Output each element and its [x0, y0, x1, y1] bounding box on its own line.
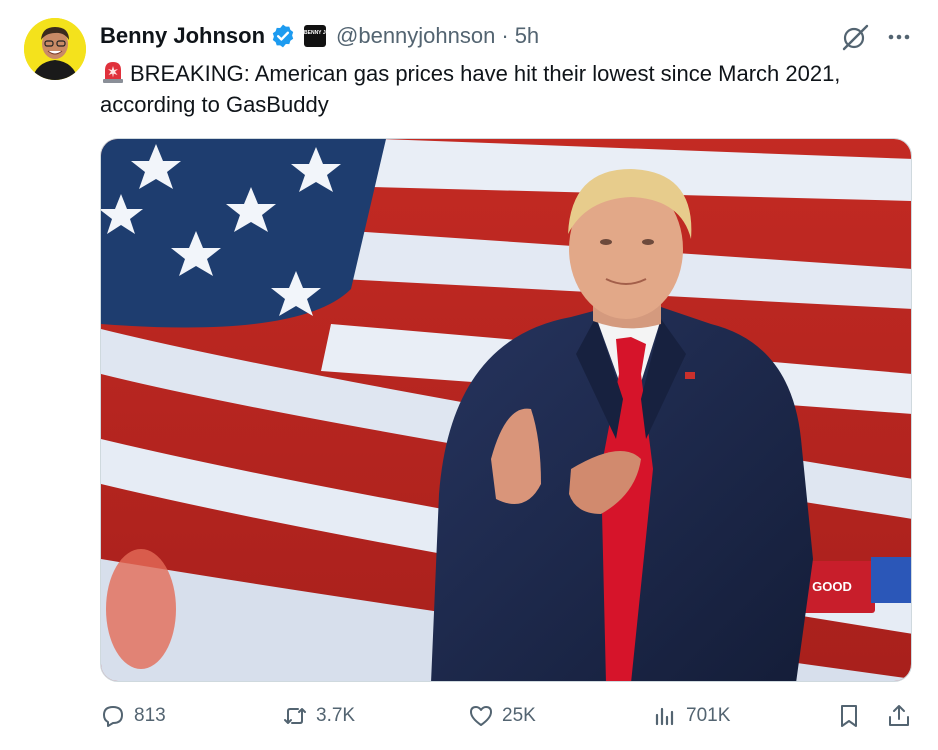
affiliation-badge[interactable]: BENNY JOHNSON — [304, 25, 327, 47]
tweet-header: Benny Johnson BENNY JOHNSON @bennyjohnso… — [100, 20, 539, 52]
photo-scene: GOOD — [101, 139, 911, 681]
bookmark-button[interactable] — [836, 700, 862, 732]
more-options-icon[interactable] — [884, 22, 914, 52]
repost-button[interactable]: 3.7K — [282, 700, 355, 732]
avatar[interactable] — [24, 18, 86, 80]
analytics-icon — [655, 707, 674, 726]
bookmark-icon — [841, 705, 857, 727]
repost-icon — [284, 708, 306, 724]
repost-count: 3.7K — [316, 705, 356, 726]
verified-badge-icon[interactable] — [270, 23, 296, 49]
reply-count: 813 — [134, 705, 166, 726]
share-icon — [889, 705, 909, 726]
action-bar: 813 3.7K 25K 701K — [100, 700, 914, 732]
share-button[interactable] — [886, 700, 912, 732]
tweet-body: BREAKING: American gas prices have hit t… — [100, 61, 841, 117]
reply-button[interactable]: 813 — [100, 700, 166, 732]
crowd-sign-text: GOOD — [812, 579, 852, 594]
timestamp[interactable]: 5h — [515, 23, 539, 49]
tweet-text: BREAKING: American gas prices have hit t… — [100, 58, 920, 120]
avatar-image — [24, 18, 86, 80]
tweet-photo[interactable]: GOOD — [100, 138, 912, 682]
tweet[interactable]: Benny Johnson BENNY JOHNSON @bennyjohnso… — [0, 0, 938, 750]
like-count: 25K — [502, 705, 536, 726]
views-count: 701K — [686, 705, 731, 726]
heart-icon — [470, 706, 492, 726]
like-button[interactable]: 25K — [468, 700, 536, 732]
views-button[interactable]: 701K — [652, 700, 730, 732]
siren-icon — [100, 59, 126, 85]
display-name[interactable]: Benny Johnson — [100, 23, 265, 49]
separator-dot: · — [501, 23, 509, 48]
handle[interactable]: @bennyjohnson — [336, 23, 495, 49]
grok-icon[interactable] — [838, 20, 872, 54]
reply-icon — [103, 706, 123, 727]
